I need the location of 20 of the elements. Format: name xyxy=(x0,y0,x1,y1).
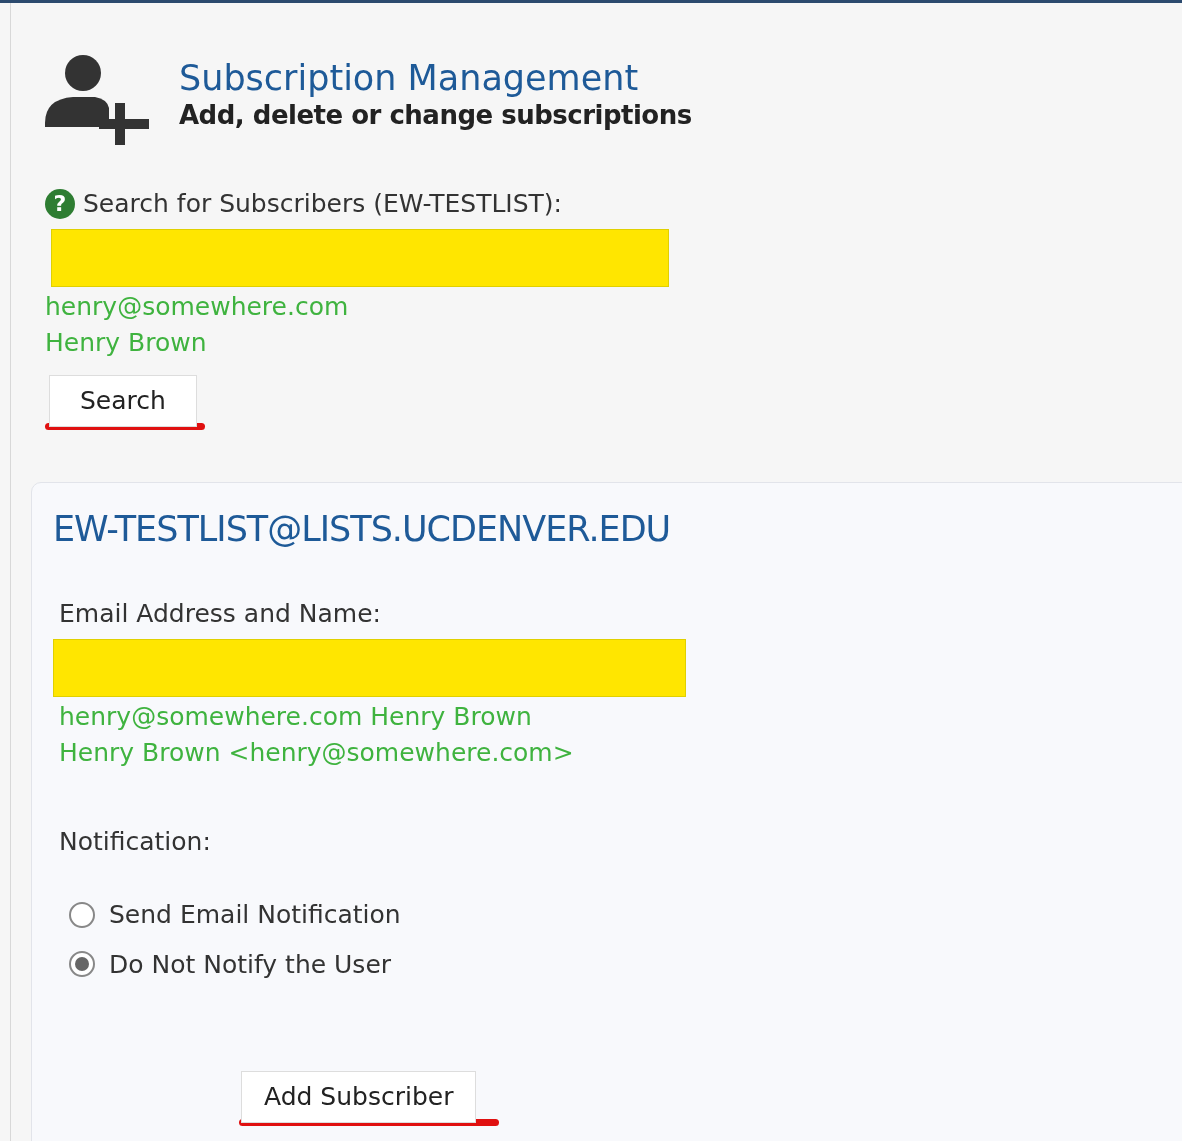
radio-label: Send Email Notification xyxy=(109,899,401,931)
page-subtitle: Add, delete or change subscriptions xyxy=(179,99,692,131)
help-icon[interactable]: ? xyxy=(45,188,75,219)
list-address-heading: EW-TESTLIST@LISTS.UCDENVER.EDU xyxy=(53,507,672,551)
search-label: Search for Subscribers (EW-TESTLIST): xyxy=(83,188,563,220)
radio-button[interactable] xyxy=(69,901,95,928)
notification-label: Notification: xyxy=(59,825,212,858)
format-example: Henry Brown xyxy=(45,326,208,359)
radio-button[interactable] xyxy=(69,951,95,978)
email-field-label: Email Address and Name: xyxy=(59,598,382,630)
add-subscriber-button[interactable]: Add Subscriber xyxy=(241,1071,477,1123)
format-example: Henry Brown <henry@somewhere.com> xyxy=(59,736,575,769)
radio-label: Do Not Notify the User xyxy=(109,948,392,981)
format-example: henry@somewhere.com Henry Brown xyxy=(59,700,533,733)
search-button[interactable]: Search xyxy=(49,374,197,427)
search-field[interactable] xyxy=(51,228,669,287)
format-example: henry@somewhere.com xyxy=(45,290,350,323)
page-title: Subscription Management xyxy=(179,57,640,99)
add-user-icon xyxy=(45,53,149,145)
email-field[interactable] xyxy=(53,638,686,697)
